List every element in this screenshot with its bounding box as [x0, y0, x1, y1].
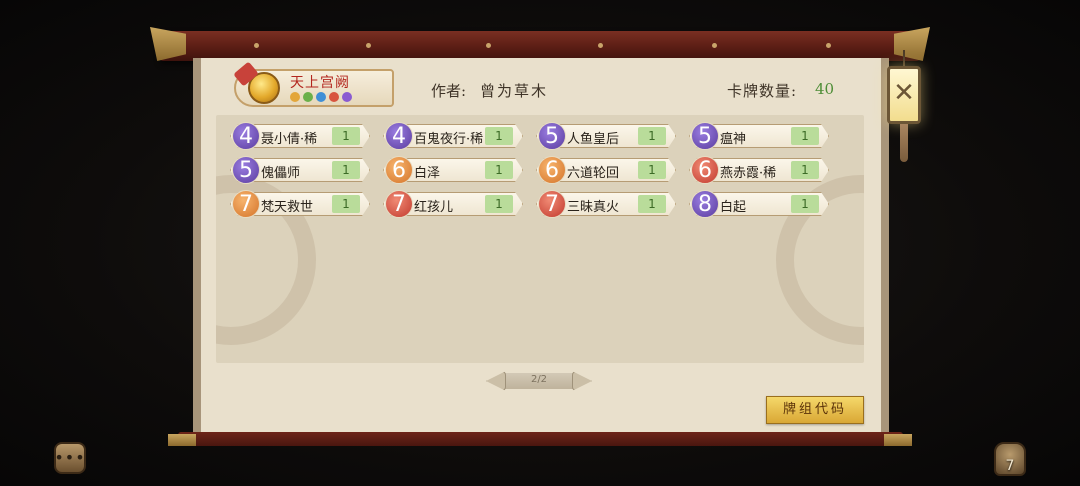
roller-stud: [598, 43, 603, 48]
card-count: 1: [791, 161, 819, 179]
deck-code-button[interactable]: 牌组代码: [766, 396, 864, 424]
card-count: 1: [638, 161, 666, 179]
card-count: 1: [791, 127, 819, 145]
card-count: 1: [638, 127, 666, 145]
element-dot-icon: [329, 92, 339, 102]
card-count: 1: [638, 195, 666, 213]
card-cost: 6: [691, 156, 719, 184]
card-item[interactable]: 6 燕赤霞·稀 1: [689, 156, 829, 184]
card-name: 白起: [720, 200, 747, 215]
card-item[interactable]: 6 六道轮回 1: [536, 156, 676, 184]
card-item[interactable]: 7 梵天救世 1: [230, 190, 370, 218]
roller-stud: [826, 43, 831, 48]
card-name: 人鱼皇后: [567, 132, 620, 147]
card-list-panel: [216, 115, 864, 363]
card-cost: 8: [691, 190, 719, 218]
roller-stud: [254, 43, 259, 48]
card-item[interactable]: 7 红孩儿 1: [383, 190, 523, 218]
card-name: 六道轮回: [567, 166, 620, 181]
card-count-value: 40: [815, 80, 835, 98]
card-cost: 7: [385, 190, 413, 218]
card-cost: 6: [385, 156, 413, 184]
page-indicator: 2/2: [486, 370, 592, 392]
element-dot-icon: [290, 92, 300, 102]
card-name: 三昧真火: [567, 200, 620, 215]
card-cost: 7: [538, 190, 566, 218]
card-count: 1: [332, 161, 360, 179]
card-count-label: 卡牌数量:: [727, 82, 798, 100]
element-dot-icon: [342, 92, 352, 102]
card-item[interactable]: 8 白起 1: [689, 190, 829, 218]
roller-cap-right: [884, 434, 912, 446]
element-dot-icon: [303, 92, 313, 102]
deck-title: 天上宫阙: [290, 75, 350, 91]
card-cost: 4: [232, 122, 260, 150]
card-cost: 5: [232, 156, 260, 184]
element-dots: [290, 92, 352, 102]
card-count: 1: [332, 195, 360, 213]
lantern-tassel: [900, 124, 908, 162]
roller-cap-left: [168, 434, 196, 446]
element-dot-icon: [316, 92, 326, 102]
author-name: 曾为草木: [480, 82, 549, 100]
card-name: 百鬼夜行·稀: [414, 132, 484, 147]
card-cost: 5: [538, 122, 566, 150]
card-count: 1: [791, 195, 819, 213]
page-number: 2/2: [530, 374, 548, 385]
card-item[interactable]: 7 三昧真火 1: [536, 190, 676, 218]
card-cost: 6: [538, 156, 566, 184]
roller-stud: [712, 43, 717, 48]
author-label: 作者:: [431, 82, 467, 100]
card-name: 傀儡师: [261, 166, 301, 181]
card-name: 聂小倩·稀: [261, 132, 318, 147]
card-name: 梵天救世: [261, 200, 314, 215]
card-count: 1: [485, 127, 513, 145]
scroll-top-roller: [160, 31, 920, 61]
roller-stud: [366, 43, 371, 48]
card-cost: 7: [232, 190, 260, 218]
card-item[interactable]: 5 瘟神 1: [689, 122, 829, 150]
card-cost: 4: [385, 122, 413, 150]
card-count: 1: [332, 127, 360, 145]
bag-count: 7: [1005, 458, 1015, 474]
chat-icon[interactable]: •••: [54, 448, 86, 467]
scroll-bottom-roller: [178, 432, 903, 446]
card-name: 燕赤霞·稀: [720, 166, 777, 181]
card-item[interactable]: 4 百鬼夜行·稀 1: [383, 122, 523, 150]
roller-stud: [486, 43, 491, 48]
card-item[interactable]: 5 人鱼皇后 1: [536, 122, 676, 150]
card-count: 1: [485, 161, 513, 179]
close-icon[interactable]: ✕: [887, 78, 921, 108]
card-count: 1: [485, 195, 513, 213]
card-cost: 5: [691, 122, 719, 150]
card-item[interactable]: 4 聂小倩·稀 1: [230, 122, 370, 150]
card-name: 红孩儿: [414, 200, 454, 215]
card-item[interactable]: 6 白泽 1: [383, 156, 523, 184]
card-item[interactable]: 5 傀儡师 1: [230, 156, 370, 184]
card-name: 白泽: [414, 166, 441, 181]
card-name: 瘟神: [720, 132, 747, 147]
